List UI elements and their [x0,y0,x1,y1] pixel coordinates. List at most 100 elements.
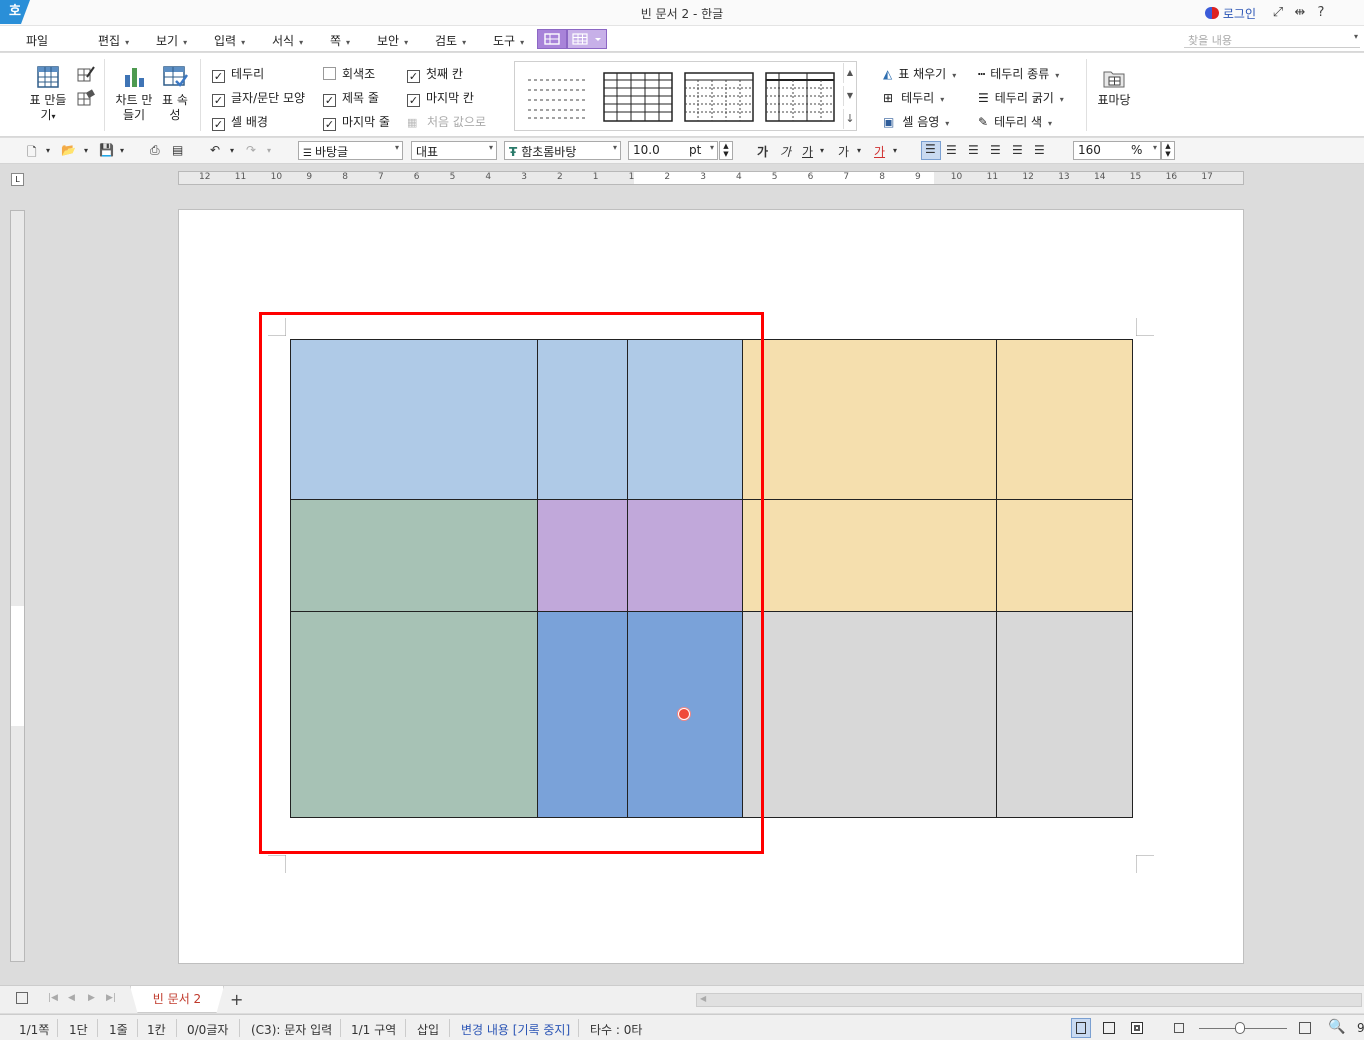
divide-icon[interactable]: ☰ [1034,143,1045,157]
table-properties-button[interactable]: 표 속성 [158,65,192,123]
table-cell[interactable] [997,340,1133,500]
zoom-slider-thumb[interactable] [1235,1022,1245,1034]
chart-button[interactable]: 차트 만들기 [114,65,154,123]
chevron-down-icon[interactable]: ▾ [857,146,861,155]
align-left-icon[interactable]: ☰ [946,143,957,157]
chevron-down-icon[interactable]: ▾ [84,146,88,155]
border-width-button[interactable]: ☰ 테두리 굵기 ▾ [978,89,1064,106]
zoom-out-icon[interactable] [1174,1023,1184,1033]
table-style-dotted[interactable] [684,72,754,122]
check-first-col[interactable]: ✓ 첫째 칸 [407,65,463,83]
table-cell[interactable] [743,500,997,612]
table-style-header[interactable] [765,72,835,122]
gallery-scroll-up-icon[interactable]: ▲ [843,63,856,83]
cell-shade-button[interactable]: ▣ 셀 음영 ▾ [883,113,949,130]
chevron-down-icon[interactable]: ▾ [120,146,124,155]
menu-view[interactable]: 보기 ▾ [156,32,187,49]
scroll-left-icon[interactable]: ◀ [700,994,706,1003]
gallery-scroll-down-icon[interactable]: ▼ [843,86,856,106]
italic-button[interactable]: 가 [780,143,791,160]
border-color-button[interactable]: ✎ 테두리 색 ▾ [978,113,1052,130]
width-view-icon[interactable] [1103,1022,1115,1034]
save-icon[interactable]: 💾 [99,143,114,157]
menu-page[interactable]: 쪽 ▾ [330,32,350,49]
table-cell[interactable] [997,612,1133,818]
menu-edit[interactable]: 편집 ▾ [98,32,129,49]
first-tab-icon[interactable]: |◀ [48,993,58,1003]
check-char-para[interactable]: ✓ 글자/문단 모양 [212,89,305,107]
horizontal-scrollbar[interactable]: ◀ [696,993,1362,1007]
check-border[interactable]: ✓ 테두리 [212,65,264,83]
vertical-ruler[interactable] [10,210,25,962]
help-icon[interactable]: ? [1311,5,1331,20]
chevron-down-icon[interactable]: ▾ [820,146,824,155]
menu-tools[interactable]: 도구 ▾ [493,32,524,49]
table-style-grid[interactable] [603,72,673,122]
next-tab-icon[interactable]: ▶ [88,993,95,1003]
fullscreen-icon[interactable]: ⤢ [1268,5,1288,20]
prev-tab-icon[interactable]: ◀ [68,993,75,1003]
fill-table-button[interactable]: ◭ 표 채우기 ▾ [883,65,956,82]
border-type-button[interactable]: ┅ 테두리 종류 ▾ [978,65,1059,82]
menu-review[interactable]: 검토 ▾ [435,32,466,49]
last-tab-icon[interactable]: ▶| [106,993,116,1003]
check-last-col[interactable]: ✓ 마지막 칸 [407,89,474,107]
paragraph-style-select[interactable]: ☰ 바탕글 ▾ [298,141,403,160]
chevron-down-icon[interactable]: ▾ [893,146,897,155]
table-cursor-button[interactable]: 표마당 [1094,67,1134,108]
align-right-icon[interactable]: ☰ [990,143,1001,157]
undo-icon[interactable]: ↶ [210,143,220,157]
check-grayscale[interactable]: 회색조 [323,65,375,82]
gallery-expand-icon[interactable]: ↓ [843,109,856,129]
full-view-icon[interactable] [1131,1022,1143,1034]
new-document-icon[interactable]: 🗋 [27,143,37,164]
print-icon[interactable]: ⎙ [150,143,160,158]
add-tab-button[interactable]: + [230,990,243,1009]
fit-width-icon[interactable]: ⇹ [1290,5,1310,20]
zoom-select[interactable]: 160% ▾ [1073,141,1161,160]
open-folder-icon[interactable]: 📂 [61,143,76,157]
draw-table-icon[interactable] [77,65,95,86]
tab-type-icon[interactable]: L [11,173,24,186]
preview-icon[interactable]: ▤ [172,143,183,157]
distribute-icon[interactable]: ☰ [1012,143,1023,157]
font-size-stepper[interactable]: ▲ ▼ [719,141,733,160]
table-cell[interactable] [997,500,1133,612]
align-center-icon[interactable]: ☰ [968,143,979,157]
tab-table-design[interactable] [537,29,567,49]
search-input[interactable]: 찾을 내용 ▾ [1184,30,1360,48]
table-cell[interactable] [743,612,997,818]
zoom-in-icon[interactable] [1299,1022,1311,1034]
menu-format[interactable]: 서식 ▾ [272,32,303,49]
check-last-row[interactable]: ✓ 마지막 줄 [323,113,390,131]
chevron-down-icon[interactable]: ▾ [230,146,234,155]
font-size-input[interactable]: 10.0 pt ▾ [628,141,718,160]
status-track-changes[interactable]: 변경 내용 [기록 중지] [461,1021,570,1038]
status-insert-mode[interactable]: 삽입 [417,1021,439,1038]
table-cell[interactable] [743,340,997,500]
check-header-row[interactable]: ✓ 제목 줄 [323,89,379,107]
font-select[interactable]: Ŧ 함초롬바탕 ▾ [504,141,621,160]
strikethrough-button[interactable]: 가 [838,143,849,160]
login-button[interactable]: 로그인 [1204,5,1256,22]
reset-to-default-button[interactable]: ▦ 처음 값으로 [407,113,486,130]
underline-button[interactable]: 가 [802,143,813,160]
tab-list-icon[interactable] [16,992,28,1004]
erase-table-icon[interactable] [77,89,95,110]
redo-icon[interactable]: ↷ [246,143,256,157]
font-color-button[interactable]: 가 [874,143,885,160]
magnifier-icon[interactable]: 🔍 [1328,1019,1345,1035]
menu-insert[interactable]: 입력 ▾ [214,32,245,49]
border-button[interactable]: ⊞ 테두리 ▾ [883,89,944,106]
language-select[interactable]: 대표 ▾ [411,141,497,160]
chevron-down-icon[interactable]: ▾ [46,146,50,155]
check-cell-bg[interactable]: ✓ 셀 배경 [212,113,268,131]
make-table-button[interactable]: 표 만들기▾ [28,65,68,124]
table-style-plain[interactable] [523,72,593,122]
tab-table-layout[interactable] [567,29,607,49]
zoom-stepper[interactable]: ▲ ▼ [1161,141,1175,160]
menu-security[interactable]: 보안 ▾ [377,32,408,49]
menu-file[interactable]: 파일 [26,32,48,49]
bold-button[interactable]: 가 [757,143,768,160]
chevron-down-icon[interactable]: ▾ [267,146,271,155]
